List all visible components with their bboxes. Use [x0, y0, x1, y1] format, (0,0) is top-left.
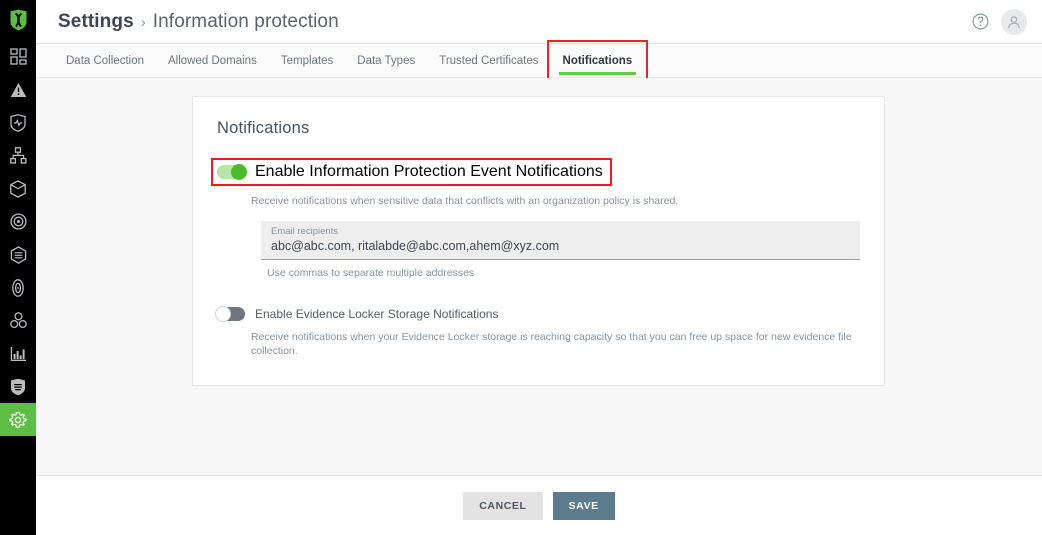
event-notifications-toggle[interactable]	[217, 164, 247, 180]
question-circle-icon[interactable]	[972, 13, 989, 30]
sidebar-item-protection[interactable]	[0, 370, 36, 403]
tab-templates[interactable]: Templates	[269, 44, 345, 78]
event-notifications-description: Receive notifications when sensitive dat…	[251, 195, 679, 207]
card-title: Notifications	[217, 119, 310, 137]
toggle-knob	[231, 164, 247, 180]
breadcrumb-leaf: Information protection	[152, 10, 339, 32]
evidence-locker-description: Receive notifications when your Evidence…	[251, 330, 852, 358]
tab-data-types[interactable]: Data Types	[345, 44, 427, 78]
tab-list: Data Collection Allowed Domains Template…	[54, 39, 649, 82]
sidebar-item-policies[interactable]	[0, 238, 36, 271]
sidebar-item-integrations[interactable]	[0, 304, 36, 337]
page-body: Notifications Enable Information Protect…	[36, 78, 1042, 475]
event-notifications-section: Enable Information Protection Event Noti…	[211, 158, 860, 281]
sidebar-item-dashboard[interactable]	[0, 40, 36, 73]
page-header: Settings › Information protection	[36, 0, 1042, 44]
evidence-locker-toggle[interactable]	[215, 305, 245, 322]
email-recipients-hint: Use commas to separate multiple addresse…	[267, 266, 475, 279]
sidebar-item-targets[interactable]	[0, 205, 36, 238]
header-actions	[972, 8, 1027, 35]
breadcrumb: Settings › Information protection	[58, 11, 339, 33]
notifications-card: Notifications Enable Information Protect…	[192, 96, 885, 386]
sidebar-nav	[0, 0, 36, 535]
breadcrumb-separator-icon: ›	[140, 13, 146, 31]
evidence-locker-section: Enable Evidence Locker Storage Notificat…	[215, 305, 860, 359]
cancel-button[interactable]: CANCEL	[463, 491, 543, 520]
email-recipients-label: Email recipients	[271, 225, 339, 237]
sidebar-item-threat-health[interactable]	[0, 106, 36, 139]
sidebar-item-alerts[interactable]	[0, 73, 36, 106]
email-recipients-value: abc@abc.com, ritalabde@abc.com,ahem@xyz.…	[271, 239, 560, 254]
email-recipients-input[interactable]: Email recipients abc@abc.com, ritalabde@…	[261, 220, 860, 260]
form-footer: CANCEL SAVE	[36, 475, 1042, 535]
breadcrumb-root[interactable]: Settings	[58, 11, 134, 33]
sidebar-item-settings[interactable]	[0, 403, 36, 436]
tab-data-collection[interactable]: Data Collection	[54, 44, 156, 78]
sidebar-item-reports[interactable]	[0, 337, 36, 370]
save-button[interactable]: SAVE	[552, 491, 615, 520]
shield-logo[interactable]	[0, 0, 36, 40]
event-notifications-annotation: Enable Information Protection Event Noti…	[211, 158, 612, 186]
sidebar-item-identity[interactable]	[0, 271, 36, 304]
sidebar-item-data-store[interactable]	[0, 172, 36, 205]
evidence-locker-row: Enable Evidence Locker Storage Notificat…	[215, 305, 860, 322]
avatar[interactable]	[1001, 8, 1027, 35]
tab-notifications[interactable]: Notifications	[546, 39, 649, 82]
tab-trusted-certificates[interactable]: Trusted Certificates	[427, 44, 550, 78]
sidebar-item-topology[interactable]	[0, 139, 36, 172]
event-notifications-label: Enable Information Protection Event Noti…	[255, 163, 603, 180]
settings-tabbar: Data Collection Allowed Domains Template…	[36, 39, 1042, 82]
tab-allowed-domains[interactable]: Allowed Domains	[156, 44, 269, 78]
evidence-locker-label: Enable Evidence Locker Storage Notificat…	[255, 306, 499, 321]
toggle-knob	[215, 305, 231, 322]
app-window: Settings › Information protection Data C…	[0, 0, 1042, 535]
